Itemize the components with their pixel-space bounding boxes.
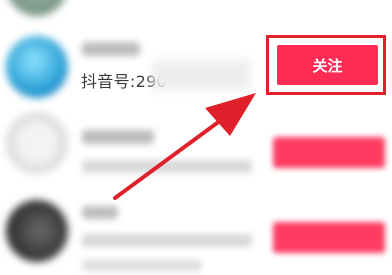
avatar[interactable] <box>6 200 68 262</box>
follow-button[interactable] <box>273 137 385 168</box>
subtitle <box>82 260 202 271</box>
avatar[interactable] <box>6 112 68 174</box>
follow-button[interactable] <box>273 222 385 253</box>
douyin-id-redaction <box>152 60 250 90</box>
subtitle <box>82 234 252 247</box>
username <box>82 206 118 219</box>
follow-button[interactable]: 关注 <box>277 45 378 85</box>
avatar[interactable] <box>6 36 68 98</box>
subtitle <box>82 160 252 173</box>
avatar[interactable] <box>6 0 68 16</box>
username <box>82 130 154 144</box>
username <box>82 42 140 56</box>
